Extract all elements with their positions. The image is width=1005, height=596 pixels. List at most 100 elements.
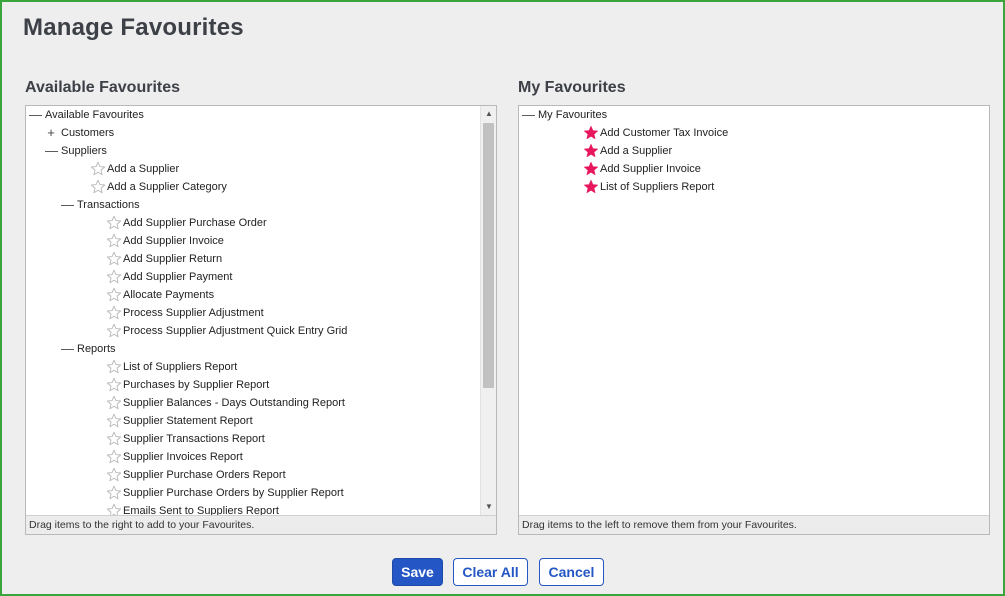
tree-item-label: Add a Supplier bbox=[107, 163, 180, 175]
tree-item[interactable]: Process Supplier Adjustment Quick Entry … bbox=[106, 322, 347, 340]
my-favourites-tree: — My Favourites Add Customer Tax Invoice Ad… bbox=[519, 106, 989, 515]
tree-node[interactable]: — My Favourites bbox=[522, 106, 607, 124]
star-outline-icon[interactable] bbox=[106, 323, 122, 339]
tree-item-label: Purchases by Supplier Report bbox=[123, 379, 270, 391]
tree-item[interactable]: Process Supplier Adjustment bbox=[106, 304, 264, 322]
tree-item[interactable]: Supplier Invoices Report bbox=[106, 448, 243, 466]
tree-item-label: Add Supplier Invoice bbox=[600, 163, 701, 175]
tree-item-label: Customers bbox=[61, 127, 115, 139]
collapse-icon[interactable]: — bbox=[61, 340, 74, 358]
my-favourites-heading: My Favourites bbox=[518, 79, 626, 96]
tree-item[interactable]: Add Supplier Invoice bbox=[583, 160, 701, 178]
star-outline-icon[interactable] bbox=[106, 485, 122, 501]
tree-item-label: Supplier Purchase Orders by Supplier Rep… bbox=[123, 487, 344, 499]
save-button[interactable]: Save bbox=[392, 558, 443, 586]
star-outline-icon[interactable] bbox=[106, 305, 122, 321]
tree-item-label: My Favourites bbox=[538, 109, 608, 121]
my-favourites-drag-hint: Drag items to the left to remove them fr… bbox=[519, 515, 989, 534]
star-outline-icon[interactable] bbox=[106, 215, 122, 231]
tree-item[interactable]: List of Suppliers Report bbox=[583, 178, 714, 196]
tree-item-label: Add Supplier Invoice bbox=[123, 235, 224, 247]
tree-node[interactable]: — Suppliers bbox=[45, 142, 107, 160]
tree-item[interactable]: Add Supplier Return bbox=[106, 250, 222, 268]
tree-item[interactable]: Add a Supplier bbox=[583, 142, 672, 160]
tree-item[interactable]: Emails Sent to Suppliers Report bbox=[106, 502, 279, 515]
tree-item-label: Available Favourites bbox=[45, 109, 144, 121]
page-title: Manage Favourites bbox=[23, 14, 244, 41]
star-outline-icon[interactable] bbox=[106, 467, 122, 483]
tree-item[interactable]: Add Supplier Payment bbox=[106, 268, 232, 286]
star-outline-icon[interactable] bbox=[106, 395, 122, 411]
tree-item-label: Allocate Payments bbox=[123, 289, 215, 301]
scroll-thumb[interactable] bbox=[483, 123, 494, 388]
tree-item-label: Supplier Transactions Report bbox=[123, 433, 265, 445]
tree-item-label: Supplier Balances - Days Outstanding Rep… bbox=[123, 397, 345, 409]
tree-item[interactable]: Purchases by Supplier Report bbox=[106, 376, 269, 394]
star-outline-icon[interactable] bbox=[106, 359, 122, 375]
available-drag-hint: Drag items to the right to add to your F… bbox=[26, 515, 496, 534]
star-filled-icon[interactable] bbox=[583, 125, 599, 141]
my-favourites-panel: — My Favourites Add Customer Tax Invoice Ad… bbox=[518, 105, 990, 535]
collapse-icon[interactable]: — bbox=[29, 106, 42, 124]
available-tree-scrollbar[interactable]: ▲ ▼ bbox=[480, 106, 496, 515]
tree-item-label: Add Supplier Payment bbox=[123, 271, 233, 283]
available-favourites-tree: — Available Favourites + Customers — Supplier… bbox=[26, 106, 480, 515]
star-outline-icon[interactable] bbox=[106, 287, 122, 303]
tree-item[interactable]: Add Customer Tax Invoice bbox=[583, 124, 728, 142]
tree-item[interactable]: Add a Supplier Category bbox=[90, 178, 227, 196]
tree-node[interactable]: — Transactions bbox=[61, 196, 140, 214]
star-filled-icon[interactable] bbox=[583, 179, 599, 195]
star-outline-icon[interactable] bbox=[90, 179, 106, 195]
star-filled-icon[interactable] bbox=[583, 143, 599, 159]
collapse-icon[interactable]: — bbox=[522, 106, 535, 124]
star-outline-icon[interactable] bbox=[106, 251, 122, 267]
star-outline-icon[interactable] bbox=[106, 377, 122, 393]
star-outline-icon[interactable] bbox=[106, 269, 122, 285]
tree-node[interactable]: — Reports bbox=[61, 340, 116, 358]
tree-item-label: Suppliers bbox=[61, 145, 107, 157]
collapse-icon[interactable]: — bbox=[61, 196, 74, 214]
star-outline-icon[interactable] bbox=[106, 413, 122, 429]
tree-item[interactable]: Supplier Transactions Report bbox=[106, 430, 265, 448]
tree-item-label: List of Suppliers Report bbox=[123, 361, 238, 373]
tree-item[interactable]: Add Supplier Invoice bbox=[106, 232, 224, 250]
clear-all-button[interactable]: Clear All bbox=[453, 558, 528, 586]
tree-node[interactable]: + Customers bbox=[45, 124, 114, 142]
tree-item-label: Supplier Invoices Report bbox=[123, 451, 243, 463]
tree-item-label: Add Customer Tax Invoice bbox=[600, 127, 729, 139]
star-outline-icon[interactable] bbox=[106, 233, 122, 249]
star-outline-icon[interactable] bbox=[106, 431, 122, 447]
tree-item-label: Add a Supplier Category bbox=[107, 181, 227, 193]
collapse-icon[interactable]: — bbox=[45, 142, 58, 160]
tree-item-label: Emails Sent to Suppliers Report bbox=[123, 505, 279, 515]
tree-item-label: Supplier Statement Report bbox=[123, 415, 253, 427]
dialog-frame: Manage Favourites Available Favourites M… bbox=[0, 0, 1005, 596]
star-filled-icon[interactable] bbox=[583, 161, 599, 177]
scroll-down-arrow-icon[interactable]: ▼ bbox=[481, 499, 497, 515]
scroll-up-arrow-icon[interactable]: ▲ bbox=[481, 106, 497, 122]
tree-item[interactable]: Add a Supplier bbox=[90, 160, 179, 178]
cancel-button[interactable]: Cancel bbox=[539, 558, 604, 586]
tree-item[interactable]: Allocate Payments bbox=[106, 286, 214, 304]
tree-item[interactable]: Supplier Purchase Orders Report bbox=[106, 466, 286, 484]
tree-item[interactable]: List of Suppliers Report bbox=[106, 358, 237, 376]
tree-item[interactable]: Supplier Statement Report bbox=[106, 412, 253, 430]
expand-icon[interactable]: + bbox=[45, 124, 57, 142]
tree-item-label: Add Supplier Purchase Order bbox=[123, 217, 267, 229]
tree-item[interactable]: Supplier Purchase Orders by Supplier Rep… bbox=[106, 484, 344, 502]
star-outline-icon[interactable] bbox=[106, 449, 122, 465]
tree-item-label: Supplier Purchase Orders Report bbox=[123, 469, 286, 481]
star-outline-icon[interactable] bbox=[90, 161, 106, 177]
tree-item-label: Add a Supplier bbox=[600, 145, 673, 157]
tree-item-label: Add Supplier Return bbox=[123, 253, 223, 265]
tree-item[interactable]: Add Supplier Purchase Order bbox=[106, 214, 267, 232]
tree-item-label: List of Suppliers Report bbox=[600, 181, 715, 193]
available-favourites-panel: — Available Favourites + Customers — Supplier… bbox=[25, 105, 497, 535]
tree-item-label: Transactions bbox=[77, 199, 140, 211]
tree-item[interactable]: Supplier Balances - Days Outstanding Rep… bbox=[106, 394, 345, 412]
tree-item-label: Process Supplier Adjustment Quick Entry … bbox=[123, 325, 348, 337]
tree-item-label: Reports bbox=[77, 343, 116, 355]
tree-node[interactable]: — Available Favourites bbox=[29, 106, 144, 124]
star-outline-icon[interactable] bbox=[106, 503, 122, 515]
available-favourites-heading: Available Favourites bbox=[25, 79, 181, 96]
